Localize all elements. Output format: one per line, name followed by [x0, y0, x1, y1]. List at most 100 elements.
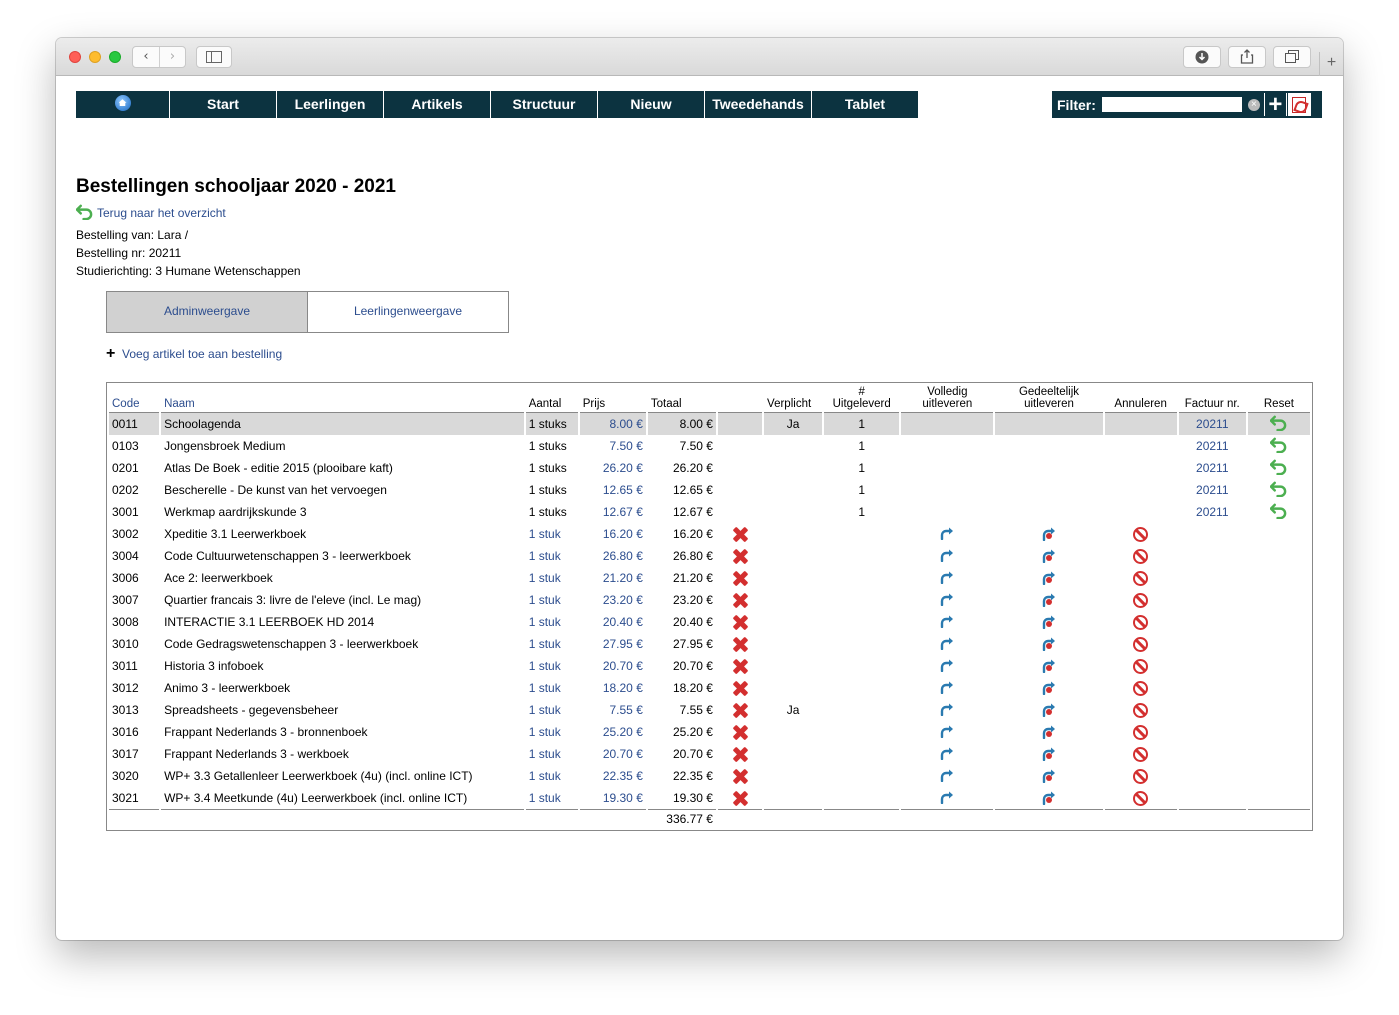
- close-window-button[interactable]: [69, 51, 81, 63]
- prijs-link[interactable]: 25.20 €: [603, 725, 643, 739]
- cell-reset[interactable]: [1248, 435, 1310, 457]
- cell-factuur[interactable]: [1179, 589, 1246, 611]
- aantal-link[interactable]: 1 stuk: [529, 703, 561, 717]
- aantal-link[interactable]: 1 stuk: [529, 637, 561, 651]
- cell-prijs[interactable]: 20.40 €: [580, 611, 646, 633]
- cancel-ban-icon[interactable]: [1133, 614, 1149, 630]
- prijs-link[interactable]: 12.65 €: [603, 483, 643, 497]
- nav-start[interactable]: Start: [170, 91, 277, 118]
- cancel-ban-icon[interactable]: [1133, 724, 1149, 740]
- cell-prijs[interactable]: 22.35 €: [580, 765, 646, 787]
- prijs-link[interactable]: 7.50 €: [610, 439, 643, 453]
- nav-tablet[interactable]: Tablet: [812, 91, 918, 118]
- reset-arrow-icon[interactable]: [1270, 480, 1287, 500]
- cell-delete[interactable]: [718, 655, 762, 677]
- deliver-partial-icon[interactable]: [1041, 679, 1057, 698]
- reset-arrow-icon[interactable]: [1270, 414, 1287, 434]
- cell-factuur[interactable]: [1179, 765, 1246, 787]
- cell-volledig[interactable]: [901, 655, 993, 677]
- cell-prijs[interactable]: 21.20 €: [580, 567, 646, 589]
- cell-delete[interactable]: [718, 567, 762, 589]
- deliver-full-icon[interactable]: [939, 526, 955, 543]
- prijs-link[interactable]: 22.35 €: [603, 769, 643, 783]
- cell-gedeeltelijk[interactable]: [995, 523, 1102, 545]
- cell-annuleren[interactable]: [1105, 721, 1177, 743]
- cell-gedeeltelijk[interactable]: [995, 633, 1102, 655]
- delete-x-icon[interactable]: [732, 592, 748, 608]
- cell-aantal[interactable]: 1 stuk: [526, 765, 578, 787]
- tab-adminweergave[interactable]: Adminweergave: [107, 292, 308, 332]
- aantal-link[interactable]: 1 stuk: [529, 593, 561, 607]
- cell-factuur[interactable]: [1179, 633, 1246, 655]
- factuur-link[interactable]: 20211: [1196, 483, 1228, 497]
- cell-volledig[interactable]: [901, 523, 993, 545]
- col-code[interactable]: Code: [109, 383, 160, 413]
- aantal-link[interactable]: 1 stuk: [529, 791, 561, 805]
- delete-x-icon[interactable]: [732, 790, 748, 806]
- deliver-partial-icon[interactable]: [1041, 613, 1057, 632]
- cell-prijs[interactable]: 16.20 €: [580, 523, 646, 545]
- cell-gedeeltelijk[interactable]: [995, 589, 1102, 611]
- deliver-partial-icon[interactable]: [1041, 547, 1057, 566]
- cell-delete[interactable]: [718, 633, 762, 655]
- cell-factuur[interactable]: [1179, 545, 1246, 567]
- cell-factuur[interactable]: [1179, 677, 1246, 699]
- minimize-window-button[interactable]: [89, 51, 101, 63]
- factuur-link[interactable]: 20211: [1196, 461, 1228, 475]
- sidebar-toggle-button[interactable]: [196, 46, 232, 68]
- delete-x-icon[interactable]: [732, 548, 748, 564]
- cell-reset[interactable]: [1248, 479, 1310, 501]
- cell-annuleren[interactable]: [1105, 677, 1177, 699]
- cell-annuleren[interactable]: [1105, 655, 1177, 677]
- cell-factuur[interactable]: [1179, 721, 1246, 743]
- cell-prijs[interactable]: 18.20 €: [580, 677, 646, 699]
- cell-gedeeltelijk[interactable]: [995, 743, 1102, 765]
- cell-factuur[interactable]: [1179, 567, 1246, 589]
- cell-gedeeltelijk[interactable]: [995, 721, 1102, 743]
- cancel-ban-icon[interactable]: [1133, 592, 1149, 608]
- cell-annuleren[interactable]: [1105, 523, 1177, 545]
- reset-arrow-icon[interactable]: [1270, 458, 1287, 478]
- delete-x-icon[interactable]: [732, 768, 748, 784]
- prijs-link[interactable]: 27.95 €: [603, 637, 643, 651]
- deliver-partial-icon[interactable]: [1041, 657, 1057, 676]
- downloads-button[interactable]: [1183, 46, 1221, 68]
- cell-factuur[interactable]: [1179, 611, 1246, 633]
- aantal-link[interactable]: 1 stuk: [529, 571, 561, 585]
- cancel-ban-icon[interactable]: [1133, 636, 1149, 652]
- cell-gedeeltelijk[interactable]: [995, 611, 1102, 633]
- deliver-full-icon[interactable]: [939, 614, 955, 631]
- cell-volledig[interactable]: [901, 787, 993, 809]
- cell-factuur[interactable]: [1179, 743, 1246, 765]
- cancel-ban-icon[interactable]: [1133, 702, 1149, 718]
- deliver-partial-icon[interactable]: [1041, 767, 1057, 786]
- aantal-link[interactable]: 1 stuk: [529, 747, 561, 761]
- cell-factuur[interactable]: [1179, 787, 1246, 809]
- cell-volledig[interactable]: [901, 545, 993, 567]
- cell-prijs[interactable]: 8.00 €: [579, 413, 646, 435]
- sort-naam-link[interactable]: Naam: [164, 398, 195, 410]
- back-arrow-icon[interactable]: ‹: [133, 47, 159, 67]
- delete-x-icon[interactable]: [732, 724, 748, 740]
- prijs-link[interactable]: 21.20 €: [603, 571, 643, 585]
- delete-x-icon[interactable]: [732, 658, 748, 674]
- deliver-partial-icon[interactable]: [1041, 701, 1057, 720]
- prijs-link[interactable]: 20.70 €: [603, 747, 643, 761]
- cell-factuur[interactable]: [1179, 523, 1246, 545]
- back-link-label[interactable]: Terug naar het overzicht: [97, 206, 226, 220]
- cell-volledig[interactable]: [901, 677, 993, 699]
- nav-artikels[interactable]: Artikels: [384, 91, 491, 118]
- nav-home[interactable]: [76, 91, 170, 118]
- cancel-ban-icon[interactable]: [1133, 680, 1149, 696]
- tab-leerlingenweergave[interactable]: Leerlingenweergave: [308, 292, 508, 332]
- prijs-link[interactable]: 20.40 €: [603, 615, 643, 629]
- deliver-full-icon[interactable]: [939, 724, 955, 741]
- cell-annuleren[interactable]: [1105, 545, 1177, 567]
- delete-x-icon[interactable]: [732, 680, 748, 696]
- nav-nieuw[interactable]: Nieuw: [598, 91, 705, 118]
- deliver-full-icon[interactable]: [939, 570, 955, 587]
- col-naam[interactable]: Naam: [161, 383, 524, 413]
- cell-annuleren[interactable]: [1105, 743, 1177, 765]
- deliver-full-icon[interactable]: [939, 636, 955, 653]
- cell-volledig[interactable]: [901, 589, 993, 611]
